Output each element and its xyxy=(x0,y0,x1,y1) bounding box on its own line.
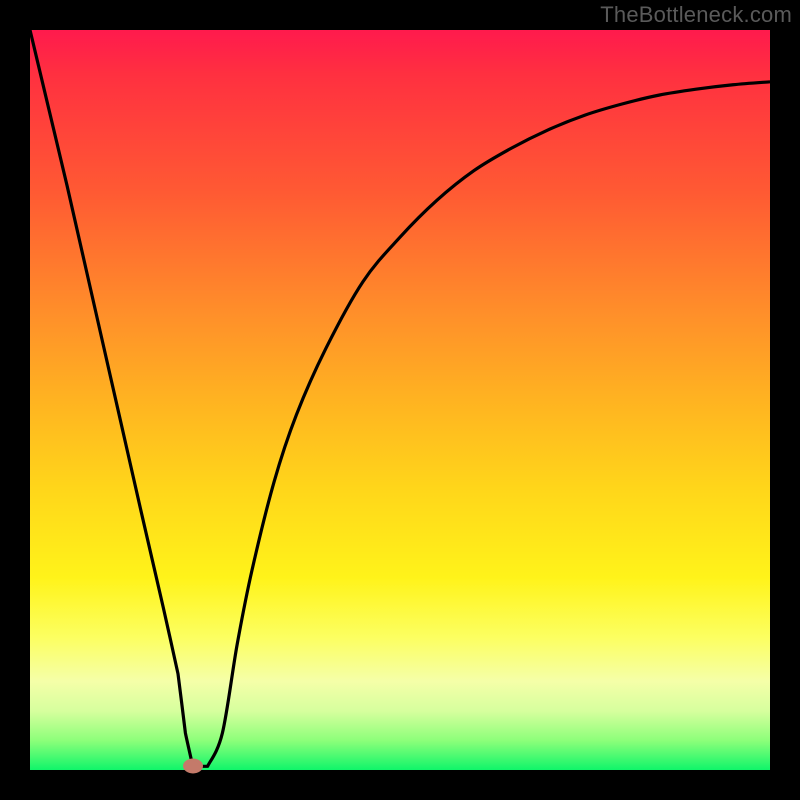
curve-svg xyxy=(30,30,770,770)
watermark-text: TheBottleneck.com xyxy=(600,2,792,28)
optimum-marker xyxy=(183,759,203,774)
plot-area xyxy=(30,30,770,770)
chart-frame: TheBottleneck.com xyxy=(0,0,800,800)
bottleneck-curve-path xyxy=(30,30,770,766)
